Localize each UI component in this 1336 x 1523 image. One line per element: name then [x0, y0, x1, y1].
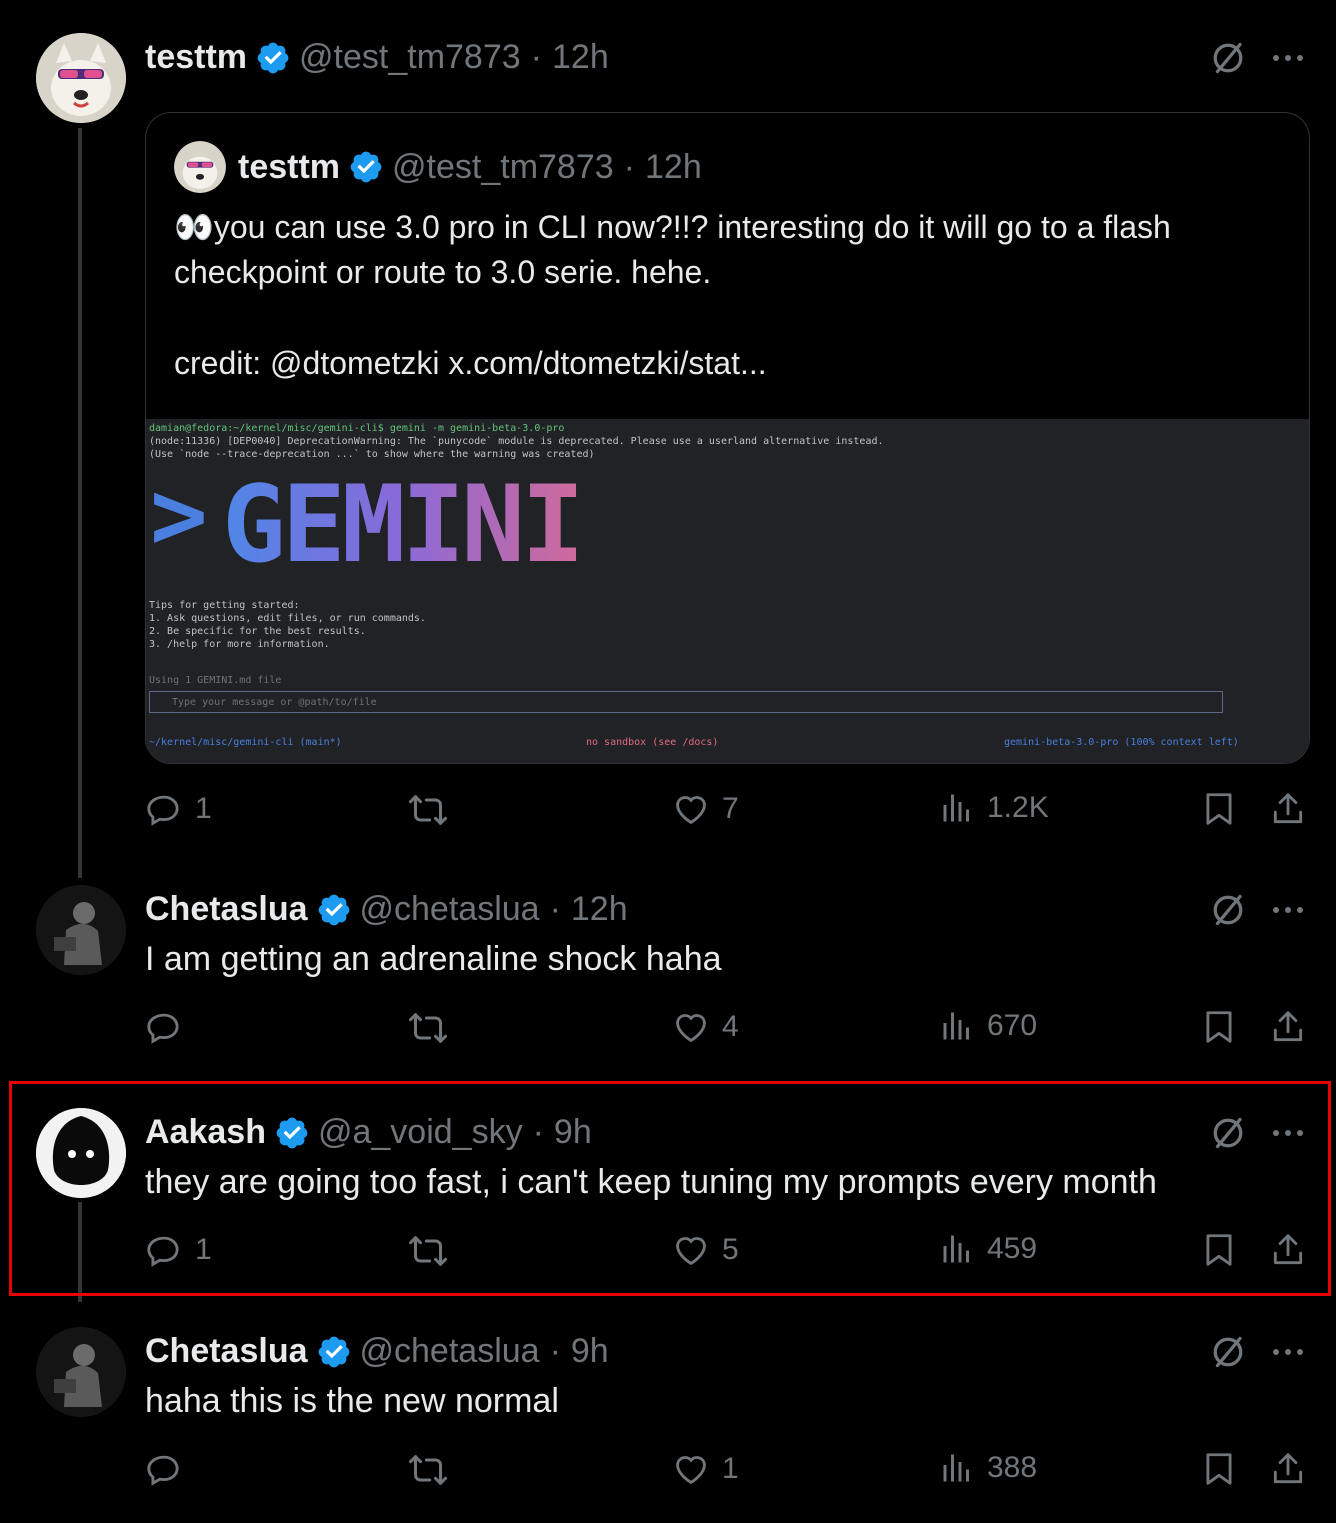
timestamp[interactable]: 9h [571, 1332, 609, 1371]
reply-button[interactable] [145, 1008, 195, 1046]
author-name[interactable]: testtm [145, 38, 247, 77]
avatar[interactable] [36, 1327, 126, 1417]
tweet-chetaslua-1[interactable]: Chetaslua @chetaslua · 12h I am getting … [0, 880, 1336, 1080]
timestamp[interactable]: 12h [571, 890, 628, 929]
separator-dot: · [549, 1332, 561, 1370]
tweet-header: Chetaslua @chetaslua · 9h [145, 1332, 609, 1371]
verified-badge-icon [316, 1334, 352, 1370]
repost-button[interactable] [408, 1450, 460, 1490]
bookmark-button[interactable] [1200, 1008, 1238, 1046]
like-count: 4 [722, 1010, 739, 1043]
more-icon[interactable] [1270, 892, 1306, 928]
quote-author-name[interactable]: testtm [238, 148, 340, 187]
tweet-actions: 1 7 1.2K [145, 790, 1320, 840]
verified-badge-icon [255, 40, 291, 76]
views-button[interactable]: 388 [939, 1450, 1037, 1486]
terminal-tip: 3. /help for more information. [149, 639, 330, 650]
reply-count: 1 [195, 792, 212, 825]
quote-avatar [174, 141, 226, 193]
tweet-testtm[interactable]: testtm @test_tm7873 · 12h testtm @test_t… [0, 0, 1336, 880]
views-count: 388 [987, 1451, 1038, 1484]
reply-button[interactable] [145, 1450, 195, 1488]
terminal-status-mid: no sandbox (see /docs) [586, 737, 719, 748]
gemini-logo-arrow: > [150, 459, 208, 571]
gemini-logo: GEMINI [222, 463, 585, 586]
tweet-chetaslua-2[interactable]: Chetaslua @chetaslua · 9h haha this is t… [0, 1320, 1336, 1523]
timestamp[interactable]: 12h [552, 38, 609, 77]
verified-badge-icon [348, 149, 384, 185]
quote-header: testtm @test_tm7873 · 12h [174, 141, 702, 193]
author-name[interactable]: Chetaslua [145, 890, 308, 929]
thread-line [78, 128, 82, 878]
views-count: 670 [987, 1009, 1038, 1042]
like-button[interactable]: 4 [672, 1008, 739, 1046]
grok-icon[interactable] [1210, 892, 1246, 928]
tweet-actions: 4 670 [145, 1008, 1320, 1058]
wolf-avatar-icon [174, 141, 226, 193]
statue-avatar-icon [36, 1327, 126, 1417]
quote-text-line-2: checkpoint or route to 3.0 serie. hehe. [174, 254, 712, 290]
highlight-box [9, 1081, 1331, 1296]
author-handle[interactable]: @chetaslua [360, 1332, 540, 1371]
views-button[interactable]: 1.2K [939, 790, 1049, 826]
tweet-header: testtm @test_tm7873 · 12h [145, 38, 609, 77]
terminal-input-placeholder: Type your message or @path/to/file [172, 697, 377, 708]
terminal-status-left: ~/kernel/misc/gemini-cli (main*) [149, 737, 342, 748]
terminal-tips-title: Tips for getting started: [149, 600, 300, 611]
separator-dot: · [623, 147, 635, 186]
share-button[interactable] [1269, 790, 1307, 828]
quote-text-line-3[interactable]: credit: @dtometzki x.com/dtometzki/stat.… [174, 341, 767, 386]
tweet-header: Chetaslua @chetaslua · 12h [145, 890, 628, 929]
quoted-tweet[interactable]: testtm @test_tm7873 · 12h 👀you can use 3… [145, 112, 1310, 764]
terminal-using-line: Using 1 GEMINI.md file [149, 675, 282, 686]
terminal-status-right: gemini-beta-3.0-pro (100% context left) [1004, 737, 1239, 748]
grok-icon[interactable] [1210, 1334, 1246, 1370]
more-icon[interactable] [1270, 40, 1306, 76]
separator-dot: · [549, 890, 561, 928]
terminal-screenshot[interactable]: damian@fedora:~/kernel/misc/gemini-cli$ … [146, 419, 1309, 763]
bookmark-button[interactable] [1200, 790, 1238, 828]
share-button[interactable] [1269, 1008, 1307, 1046]
wolf-avatar-icon [36, 33, 126, 123]
verified-badge-icon [316, 892, 352, 928]
terminal-tip: 1. Ask questions, edit files, or run com… [149, 613, 426, 624]
like-count: 1 [722, 1452, 739, 1485]
avatar[interactable] [36, 885, 126, 975]
quote-text-line-1: 👀you can use 3.0 pro in CLI now?!!? inte… [174, 209, 1171, 245]
terminal-warning-line: (Use `node --trace-deprecation ...` to s… [149, 449, 595, 460]
terminal-warning-line: (node:11336) [DEP0040] DeprecationWarnin… [149, 436, 884, 447]
bookmark-button[interactable] [1200, 1450, 1238, 1488]
repost-button[interactable] [408, 790, 460, 830]
quote-author-handle[interactable]: @test_tm7873 [392, 148, 614, 187]
more-icon[interactable] [1270, 1334, 1306, 1370]
separator-dot: · [530, 38, 542, 76]
terminal-prompt-line: damian@fedora:~/kernel/misc/gemini-cli$ … [149, 423, 565, 434]
like-button[interactable]: 1 [672, 1450, 739, 1488]
tweet-text: I am getting an adrenaline shock haha [145, 940, 722, 978]
tweet-text: haha this is the new normal [145, 1382, 559, 1420]
repost-button[interactable] [408, 1008, 460, 1048]
author-handle[interactable]: @chetaslua [360, 890, 540, 929]
statue-avatar-icon [36, 885, 126, 975]
like-button[interactable]: 7 [672, 790, 739, 828]
views-button[interactable]: 670 [939, 1008, 1037, 1044]
terminal-tip: 2. Be specific for the best results. [149, 626, 366, 637]
like-count: 7 [722, 792, 739, 825]
author-name[interactable]: Chetaslua [145, 1332, 308, 1371]
reply-button[interactable]: 1 [145, 790, 212, 828]
tweet-actions: 1 388 [145, 1450, 1320, 1500]
avatar[interactable] [36, 33, 126, 123]
quote-timestamp[interactable]: 12h [645, 148, 702, 187]
author-handle[interactable]: @test_tm7873 [299, 38, 521, 77]
grok-icon[interactable] [1210, 40, 1246, 76]
share-button[interactable] [1269, 1450, 1307, 1488]
views-count: 1.2K [987, 791, 1049, 824]
